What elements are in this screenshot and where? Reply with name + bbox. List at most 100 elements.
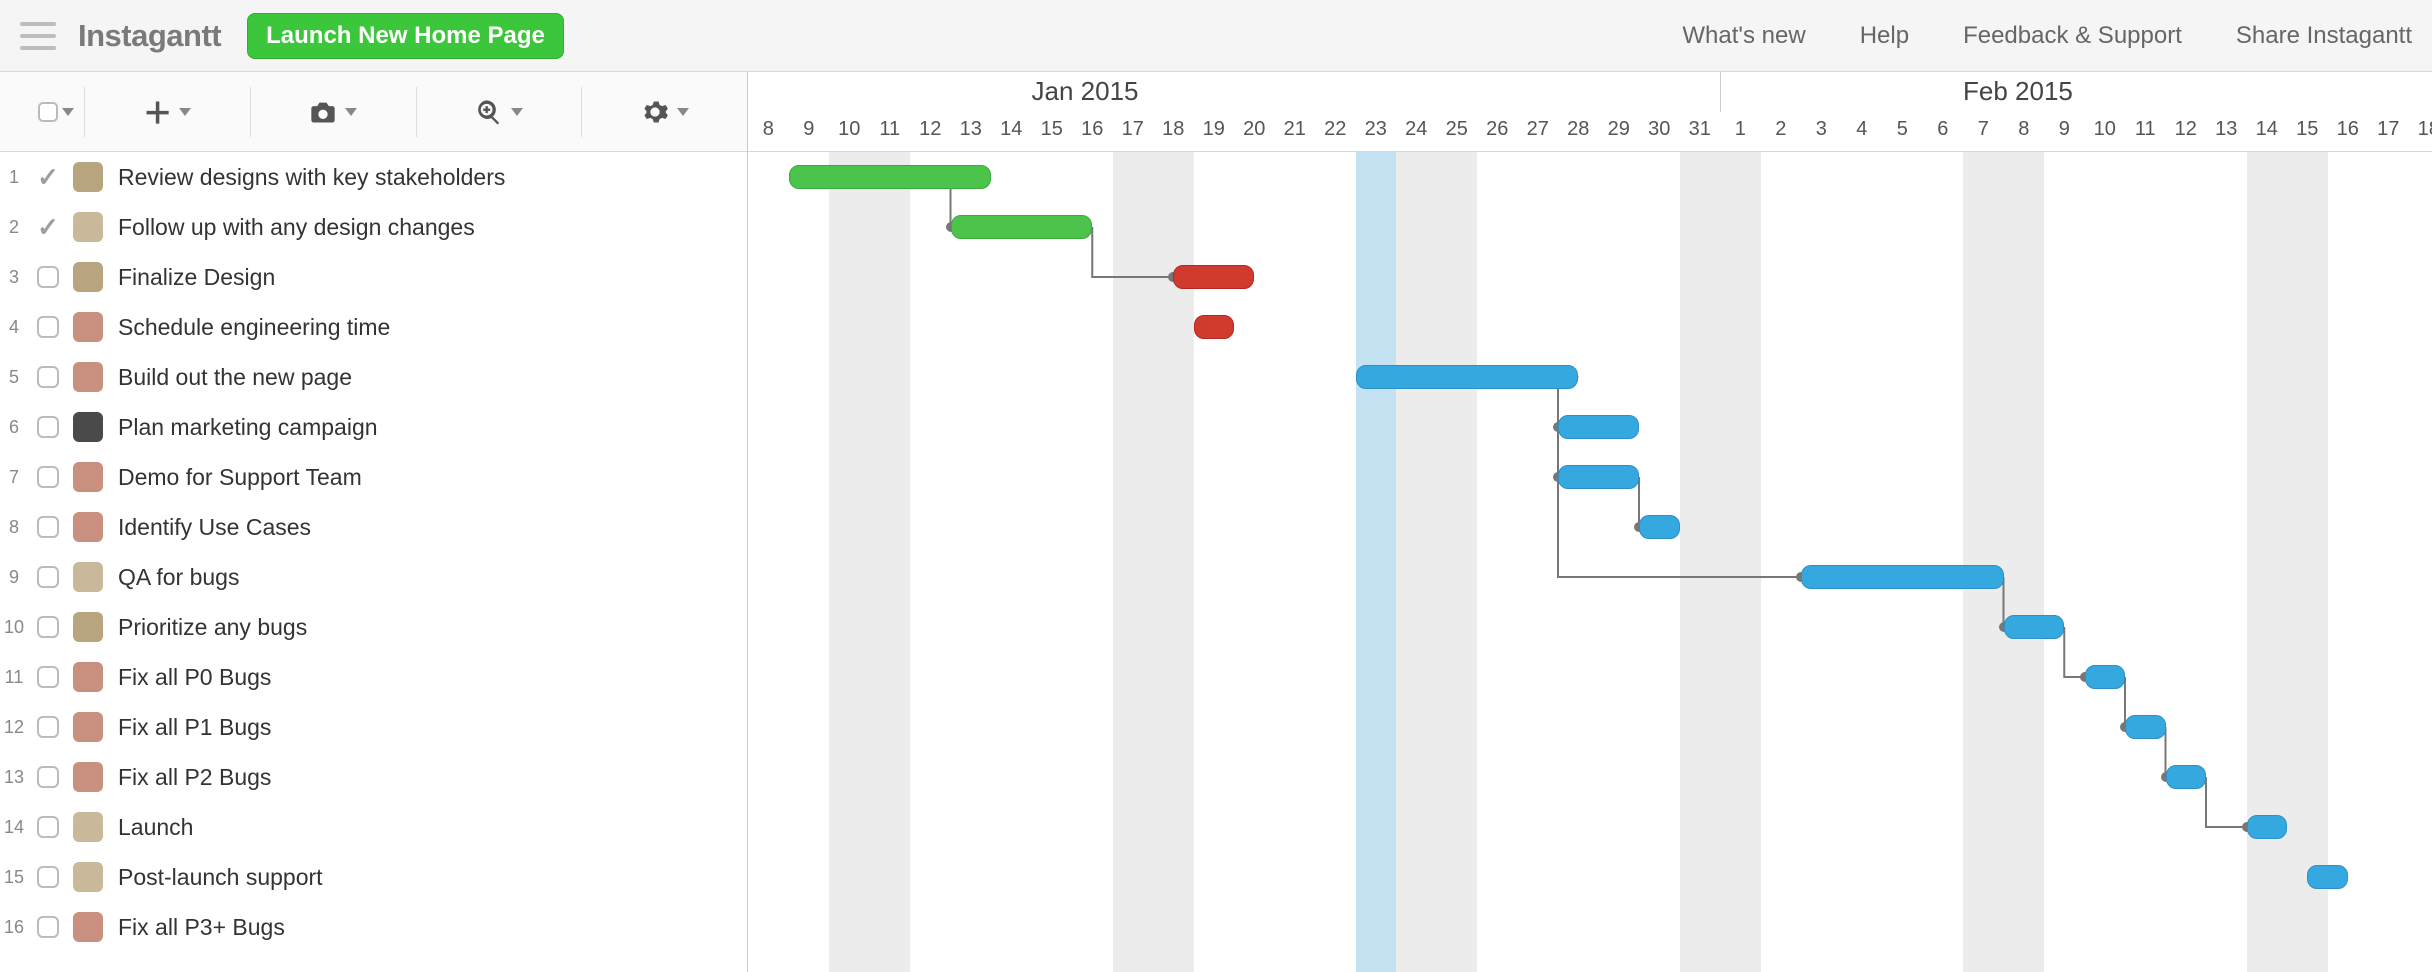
task-name[interactable]: Fix all P3+ Bugs [108, 914, 285, 941]
task-complete-toggle[interactable] [28, 566, 68, 588]
task-row[interactable]: 6Plan marketing campaign [0, 402, 747, 452]
task-row[interactable]: 2✓Follow up with any design changes [0, 202, 747, 252]
assignee-avatar[interactable] [68, 862, 108, 892]
gantt-bar[interactable] [1558, 465, 1639, 489]
day-label: 17 [1113, 118, 1154, 141]
task-name[interactable]: Fix all P2 Bugs [108, 764, 271, 791]
gantt-bar[interactable] [1801, 565, 2004, 589]
assignee-avatar[interactable] [68, 912, 108, 942]
task-complete-toggle[interactable] [28, 516, 68, 538]
task-name[interactable]: Review designs with key stakeholders [108, 164, 505, 191]
task-name[interactable]: Launch [108, 814, 193, 841]
task-name[interactable]: Finalize Design [108, 264, 275, 291]
task-row[interactable]: 5 Build out the new page [0, 352, 747, 402]
menu-icon[interactable] [20, 22, 56, 50]
task-complete-toggle[interactable] [28, 666, 68, 688]
assignee-avatar[interactable] [68, 512, 108, 542]
task-complete-toggle[interactable] [28, 416, 68, 438]
share-link[interactable]: Share Instagantt [2236, 22, 2412, 50]
snapshot-button[interactable] [251, 98, 416, 126]
assignee-avatar[interactable] [68, 362, 108, 392]
task-row[interactable]: 7Demo for Support Team [0, 452, 747, 502]
task-row[interactable]: 11Fix all P0 Bugs [0, 652, 747, 702]
gantt-bar[interactable] [951, 215, 1093, 239]
task-complete-toggle[interactable] [28, 266, 68, 288]
gantt-bar[interactable] [2004, 615, 2065, 639]
task-row[interactable]: 3 Finalize Design [0, 252, 747, 302]
day-label: 1 [1720, 118, 1761, 141]
task-complete-toggle[interactable] [28, 466, 68, 488]
task-name[interactable]: Post-launch support [108, 864, 323, 891]
task-name[interactable]: Build out the new page [108, 364, 352, 391]
assignee-avatar[interactable] [68, 262, 108, 292]
task-name[interactable]: Fix all P1 Bugs [108, 714, 271, 741]
assignee-avatar[interactable] [68, 762, 108, 792]
task-row[interactable]: 10Prioritize any bugs [0, 602, 747, 652]
feedback-link[interactable]: Feedback & Support [1963, 22, 2182, 50]
row-number: 3 [0, 267, 28, 288]
task-row[interactable]: 1✓ Review designs with key stakeholders [0, 152, 747, 202]
gantt-bar[interactable] [2085, 665, 2126, 689]
task-name[interactable]: Schedule engineering time [108, 314, 390, 341]
task-row[interactable]: 15Post-launch support [0, 852, 747, 902]
day-label: 10 [829, 118, 870, 141]
task-name[interactable]: Follow up with any design changes [108, 214, 475, 241]
task-row[interactable]: 16Fix all P3+ Bugs [0, 902, 747, 952]
gantt-bar[interactable] [2166, 765, 2207, 789]
assignee-avatar[interactable] [68, 612, 108, 642]
task-name[interactable]: Fix all P0 Bugs [108, 664, 271, 691]
gantt-bar[interactable] [1356, 365, 1579, 389]
project-title-button[interactable]: Launch New Home Page [247, 13, 564, 59]
task-row[interactable]: 8Identify Use Cases [0, 502, 747, 552]
settings-button[interactable] [582, 98, 747, 126]
assignee-avatar[interactable] [68, 312, 108, 342]
task-row[interactable]: 12Fix all P1 Bugs [0, 702, 747, 752]
task-name[interactable]: Plan marketing campaign [108, 414, 378, 441]
task-complete-toggle[interactable]: ✓ [28, 162, 68, 193]
gantt-body[interactable] [748, 152, 2432, 972]
help-link[interactable]: Help [1860, 22, 1909, 50]
assignee-avatar[interactable] [68, 212, 108, 242]
assignee-avatar[interactable] [68, 162, 108, 192]
task-row[interactable]: 9QA for bugs [0, 552, 747, 602]
task-name[interactable]: Demo for Support Team [108, 464, 362, 491]
task-row[interactable]: 14Launch [0, 802, 747, 852]
gantt-bar[interactable] [1558, 415, 1639, 439]
task-name[interactable]: Prioritize any bugs [108, 614, 307, 641]
task-complete-toggle[interactable] [28, 816, 68, 838]
gantt-bar[interactable] [1194, 315, 1235, 339]
task-complete-toggle[interactable] [28, 766, 68, 788]
gantt-bar[interactable] [2247, 815, 2288, 839]
assignee-avatar[interactable] [68, 662, 108, 692]
row-number: 5 [0, 367, 28, 388]
gantt-bar[interactable] [789, 165, 992, 189]
task-complete-toggle[interactable] [28, 316, 68, 338]
assignee-avatar[interactable] [68, 462, 108, 492]
task-row[interactable]: 13Fix all P2 Bugs [0, 752, 747, 802]
whats-new-link[interactable]: What's new [1682, 22, 1805, 50]
task-complete-toggle[interactable] [28, 716, 68, 738]
day-label: 31 [1680, 118, 1721, 141]
task-complete-toggle[interactable] [28, 616, 68, 638]
row-number: 1 [0, 167, 28, 188]
task-complete-toggle[interactable]: ✓ [28, 212, 68, 243]
task-complete-toggle[interactable] [28, 366, 68, 388]
assignee-avatar[interactable] [68, 712, 108, 742]
assignee-avatar[interactable] [68, 412, 108, 442]
task-complete-toggle[interactable] [28, 916, 68, 938]
gantt-bar[interactable] [2125, 715, 2166, 739]
task-complete-toggle[interactable] [28, 866, 68, 888]
gantt-bar[interactable] [1173, 265, 1254, 289]
day-label: 2 [1761, 118, 1802, 141]
assignee-avatar[interactable] [68, 562, 108, 592]
task-row[interactable]: 4Schedule engineering time [0, 302, 747, 352]
select-all-dropdown[interactable] [28, 102, 84, 122]
task-name[interactable]: QA for bugs [108, 564, 239, 591]
zoom-button[interactable] [417, 98, 582, 126]
gantt-bar[interactable] [1639, 515, 1680, 539]
add-task-button[interactable] [85, 98, 250, 126]
gantt-bar[interactable] [2307, 865, 2348, 889]
task-rows-container: 1✓Review designs with key stakeholders2✓… [0, 152, 747, 972]
assignee-avatar[interactable] [68, 812, 108, 842]
task-name[interactable]: Identify Use Cases [108, 514, 311, 541]
